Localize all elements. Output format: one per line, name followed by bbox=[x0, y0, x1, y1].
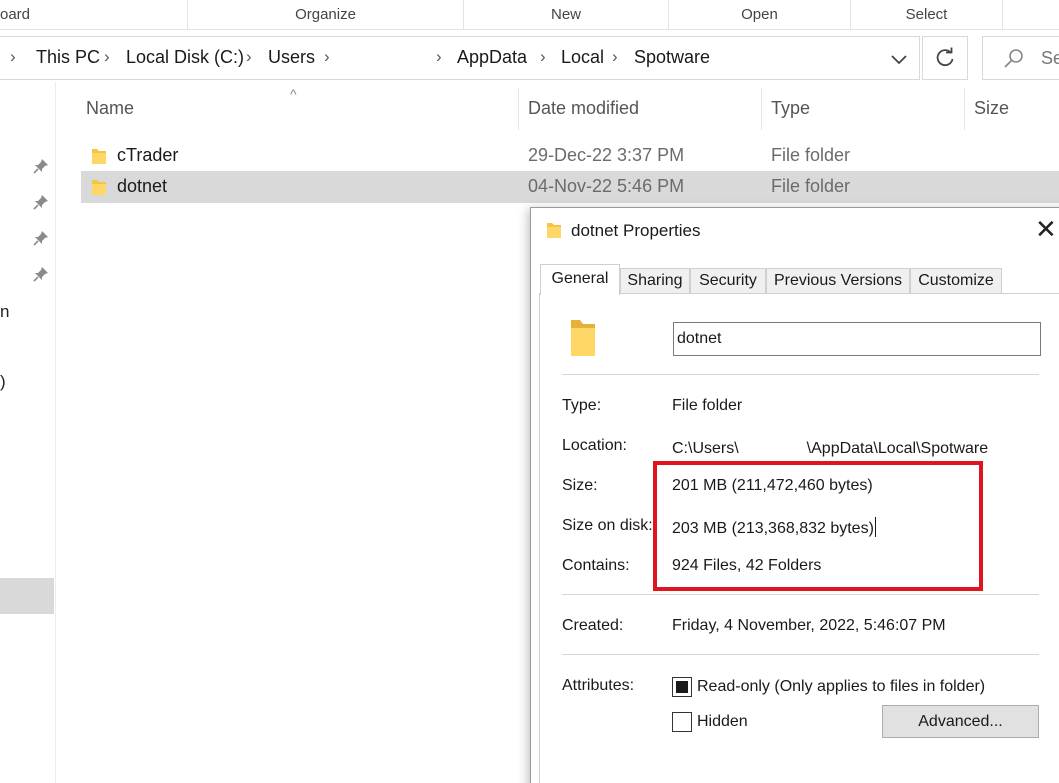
divider bbox=[562, 654, 1039, 655]
location-value-end: \AppData\Local\Spotware bbox=[806, 440, 989, 457]
contains-label: Contains: bbox=[562, 557, 630, 574]
tab-previous-versions[interactable]: Previous Versions bbox=[766, 268, 910, 294]
address-bar[interactable]: › This PC › Local Disk (C:) › Users › › … bbox=[0, 36, 920, 80]
breadcrumb-spotware[interactable]: Spotware bbox=[634, 47, 710, 68]
readonly-checkbox[interactable] bbox=[672, 677, 692, 697]
file-name: cTrader bbox=[117, 145, 179, 165]
breadcrumb-separator[interactable]: › bbox=[104, 47, 110, 67]
column-header-date-modified[interactable]: Date modified bbox=[528, 98, 639, 119]
breadcrumb-users[interactable]: Users bbox=[268, 47, 315, 68]
column-divider[interactable] bbox=[964, 88, 965, 130]
breadcrumb-local-disk[interactable]: Local Disk (C:) bbox=[126, 47, 244, 68]
breadcrumb-this-pc[interactable]: This PC bbox=[36, 47, 100, 68]
location-value-start: C:\Users\ bbox=[672, 440, 739, 457]
search-placeholder[interactable]: Se bbox=[1041, 48, 1059, 69]
created-value: Friday, 4 November, 2022, 5:46:07 PM bbox=[672, 617, 946, 634]
ribbon: oard Organize New Open Select bbox=[0, 0, 1059, 30]
ribbon-group-open: Open bbox=[669, 0, 851, 29]
nav-item-fragment[interactable]: n bbox=[0, 302, 9, 322]
breadcrumb-appdata[interactable]: AppData bbox=[457, 47, 527, 68]
folder-icon bbox=[92, 149, 106, 164]
ribbon-group-new: New bbox=[464, 0, 669, 29]
refresh-icon bbox=[934, 47, 956, 74]
refresh-button[interactable] bbox=[922, 36, 968, 80]
highlight-annotation bbox=[653, 461, 983, 591]
navigation-pane: n ) bbox=[0, 82, 56, 783]
divider bbox=[562, 374, 1039, 375]
created-label: Created: bbox=[562, 617, 624, 634]
breadcrumb-separator[interactable]: › bbox=[612, 47, 618, 67]
size-label: Size: bbox=[562, 477, 598, 494]
size-on-disk-label: Size on disk: bbox=[562, 517, 653, 534]
close-icon[interactable]: ✕ bbox=[1035, 216, 1057, 242]
pin-icon[interactable] bbox=[33, 194, 49, 210]
sort-ascending-icon: ^ bbox=[290, 86, 297, 102]
column-header-size[interactable]: Size bbox=[974, 98, 1009, 119]
column-header-type[interactable]: Type bbox=[771, 98, 810, 119]
breadcrumb-separator[interactable]: › bbox=[10, 47, 16, 67]
folder-icon bbox=[92, 180, 106, 195]
search-box[interactable]: Se bbox=[982, 36, 1059, 80]
pin-icon[interactable] bbox=[33, 158, 49, 174]
type-label: Type: bbox=[562, 397, 602, 414]
column-divider[interactable] bbox=[518, 88, 519, 130]
column-divider[interactable] bbox=[761, 88, 762, 130]
location-value: C:\Users\ \AppData\Local\Spotware bbox=[672, 437, 988, 458]
advanced-button[interactable]: Advanced... bbox=[882, 705, 1039, 738]
folder-icon bbox=[547, 223, 561, 238]
redacted-username bbox=[738, 437, 807, 453]
type-value: File folder bbox=[672, 397, 743, 414]
nav-item-fragment[interactable]: ) bbox=[0, 372, 6, 392]
hidden-label[interactable]: Hidden bbox=[697, 713, 748, 731]
pin-icon[interactable] bbox=[33, 266, 49, 282]
breadcrumb-separator[interactable]: › bbox=[540, 47, 546, 67]
location-label: Location: bbox=[562, 437, 627, 454]
readonly-label[interactable]: Read-only (Only applies to files in fold… bbox=[697, 678, 985, 696]
file-date-modified: 29-Dec-22 3:37 PM bbox=[528, 145, 685, 165]
folder-icon bbox=[571, 320, 595, 356]
tab-sharing[interactable]: Sharing bbox=[620, 268, 690, 294]
breadcrumb-separator[interactable]: › bbox=[246, 47, 252, 67]
attributes-label: Attributes: bbox=[562, 677, 635, 694]
file-row-selected[interactable]: dotnet 04-Nov-22 5:46 PM File folder bbox=[81, 171, 1059, 203]
breadcrumb-local[interactable]: Local bbox=[561, 47, 604, 68]
breadcrumb-separator[interactable]: › bbox=[436, 47, 442, 67]
breadcrumb-separator[interactable]: › bbox=[324, 47, 330, 67]
ribbon-group-organize: Organize bbox=[188, 0, 464, 29]
dialog-title: dotnet Properties bbox=[571, 221, 701, 240]
chevron-down-icon[interactable] bbox=[884, 45, 914, 73]
folder-name-input[interactable] bbox=[673, 322, 1041, 356]
search-icon bbox=[1003, 48, 1025, 75]
ribbon-group-select: Select bbox=[851, 0, 1003, 29]
pin-icon[interactable] bbox=[33, 230, 49, 246]
divider bbox=[562, 594, 1039, 595]
file-name: dotnet bbox=[117, 176, 168, 196]
column-header-name[interactable]: Name bbox=[86, 98, 134, 119]
tab-customize[interactable]: Customize bbox=[910, 268, 1002, 294]
ribbon-group-clipboard: oard bbox=[0, 0, 188, 29]
file-type: File folder bbox=[771, 176, 851, 196]
tab-security[interactable]: Security bbox=[690, 268, 766, 294]
properties-dialog: dotnet Properties ✕ General Sharing Secu… bbox=[530, 207, 1059, 783]
hidden-checkbox[interactable] bbox=[672, 712, 692, 732]
nav-item-selected[interactable] bbox=[0, 578, 54, 614]
file-type: File folder bbox=[771, 145, 851, 165]
file-date-modified: 04-Nov-22 5:46 PM bbox=[528, 176, 685, 196]
file-row[interactable]: cTrader 29-Dec-22 3:37 PM File folder bbox=[81, 140, 1059, 172]
tab-general[interactable]: General bbox=[540, 264, 620, 295]
